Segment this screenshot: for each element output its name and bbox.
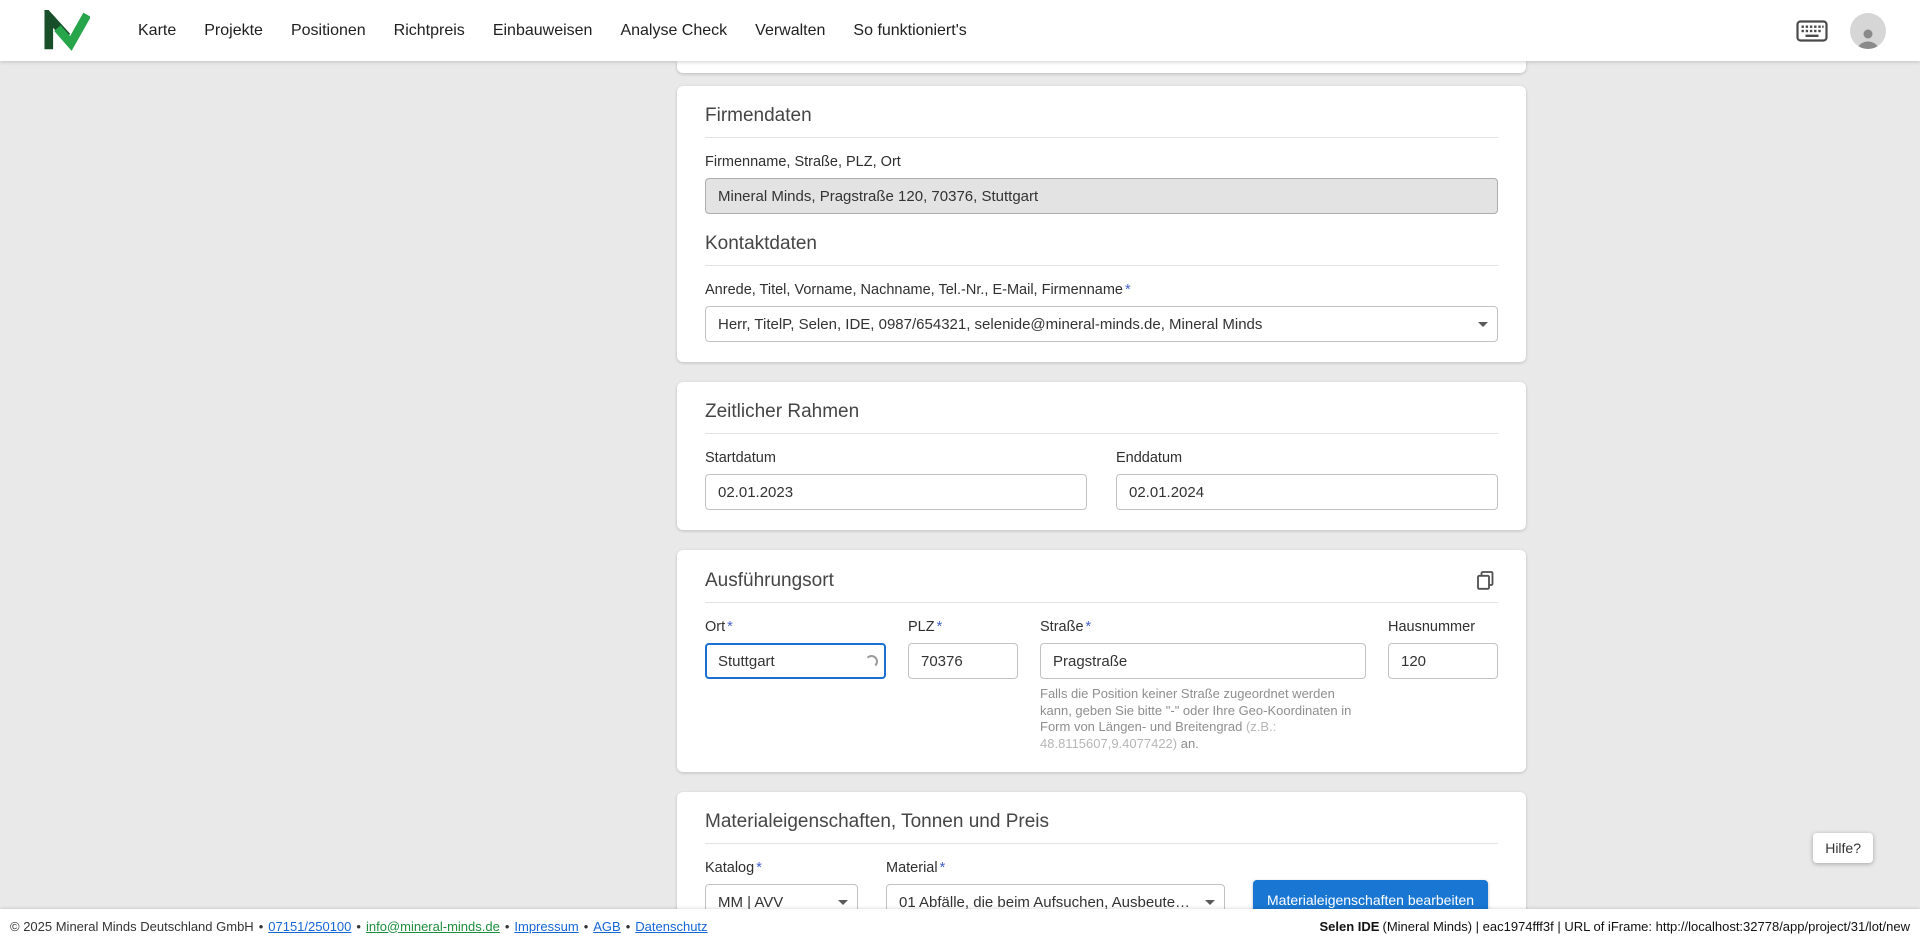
footer-separator: • bbox=[504, 918, 510, 934]
nav-item-verwalten[interactable]: Verwalten bbox=[755, 22, 825, 40]
form-content: Firmendaten Firmenname, Straße, PLZ, Ort… bbox=[677, 61, 1526, 940]
material-select-value: 01 Abfälle, die beim Aufsuchen, Ausbeute… bbox=[899, 893, 1198, 911]
footer-separator: • bbox=[583, 918, 589, 934]
impressum-link[interactable]: Impressum bbox=[514, 919, 578, 934]
email-link[interactable]: info@mineral-minds.de bbox=[366, 919, 500, 934]
mineral-minds-logo-icon bbox=[44, 9, 90, 51]
top-nav: Karte Projekte Positionen Richtpreis Ein… bbox=[0, 0, 1920, 61]
enddatum-input[interactable] bbox=[1116, 474, 1498, 510]
katalog-select-value: MM | AVV bbox=[718, 893, 784, 911]
brand-logo[interactable] bbox=[44, 9, 90, 52]
loading-spinner-icon bbox=[865, 655, 878, 668]
contact-select[interactable]: Herr, TitelP, Selen, IDE, 0987/654321, s… bbox=[705, 306, 1498, 342]
strasse-label: Straße * bbox=[1040, 618, 1366, 636]
datenschutz-link[interactable]: Datenschutz bbox=[635, 919, 707, 934]
startdatum-label: Startdatum bbox=[705, 450, 776, 466]
ort-input[interactable] bbox=[705, 643, 886, 679]
help-button[interactable]: Hilfe? bbox=[1813, 833, 1873, 863]
zeitraum-title: Zeitlicher Rahmen bbox=[705, 401, 860, 422]
nav-item-positionen[interactable]: Positionen bbox=[291, 22, 366, 40]
zeitlicher-rahmen-card: Zeitlicher Rahmen Startdatum Enddatum bbox=[677, 382, 1526, 530]
main-nav: Karte Projekte Positionen Richtpreis Ein… bbox=[138, 22, 967, 40]
contact-label-text: Anrede, Titel, Vorname, Nachname, Tel.-N… bbox=[705, 282, 1123, 298]
required-asterisk: * bbox=[756, 860, 762, 876]
enddatum-field: Enddatum bbox=[1116, 434, 1498, 510]
nav-item-projekte[interactable]: Projekte bbox=[204, 22, 263, 40]
footer-separator: • bbox=[625, 918, 631, 934]
material-label: Material * bbox=[886, 859, 1225, 877]
ausfuehrungsort-card: Ausführungsort Ort* PLZ* bbox=[677, 550, 1526, 772]
hausnummer-input[interactable] bbox=[1388, 643, 1498, 679]
dropdown-arrow-icon bbox=[1478, 322, 1488, 327]
nav-item-so-funktionierts[interactable]: So funktioniert's bbox=[853, 22, 966, 40]
firmendaten-title: Firmendaten bbox=[705, 105, 812, 126]
startdatum-field: Startdatum bbox=[705, 434, 1087, 510]
strasse-label-text: Straße bbox=[1040, 619, 1084, 635]
session-info-text: (Mineral Minds) | eac1974fff3f | URL of … bbox=[1382, 918, 1910, 934]
hausnummer-field: Hausnummer bbox=[1388, 603, 1498, 679]
ort-label-text: Ort bbox=[705, 619, 726, 635]
session-user-text: Selen IDE bbox=[1319, 918, 1380, 934]
ort-label: Ort * bbox=[705, 618, 886, 636]
kontaktdaten-title: Kontaktdaten bbox=[705, 233, 817, 254]
strasse-input[interactable] bbox=[1040, 643, 1366, 679]
required-asterisk: * bbox=[1085, 619, 1092, 635]
contact-label: Anrede, Titel, Vorname, Nachname, Tel.-N… bbox=[705, 281, 1498, 299]
copyright-text: © 2025 Mineral Minds Deutschland GmbH bbox=[10, 918, 254, 934]
plz-input[interactable] bbox=[908, 643, 1018, 679]
required-asterisk: * bbox=[727, 619, 733, 635]
firmendaten-card: Firmendaten Firmenname, Straße, PLZ, Ort… bbox=[677, 86, 1526, 362]
nav-item-analyse-check[interactable]: Analyse Check bbox=[620, 22, 727, 40]
plz-label: PLZ * bbox=[908, 618, 1018, 636]
scrolled-card-remnant bbox=[677, 61, 1526, 73]
required-asterisk: * bbox=[1124, 282, 1131, 298]
divider bbox=[705, 137, 1498, 138]
strasse-helper-text: Falls die Position keiner Straße zugeord… bbox=[1040, 686, 1366, 752]
dropdown-arrow-icon bbox=[838, 900, 848, 905]
katalog-label: Katalog * bbox=[705, 859, 858, 877]
plz-label-text: PLZ bbox=[908, 619, 935, 635]
nav-item-richtpreis[interactable]: Richtpreis bbox=[394, 22, 465, 40]
material-label-text: Material bbox=[886, 860, 938, 876]
company-address-input bbox=[705, 178, 1498, 214]
helper-suffix-text: an. bbox=[1177, 735, 1199, 751]
divider bbox=[705, 265, 1498, 266]
helper-main-text: Falls die Position keiner Straße zugeord… bbox=[1040, 686, 1352, 734]
enddatum-label: Enddatum bbox=[1116, 450, 1183, 466]
nav-item-einbauweisen[interactable]: Einbauweisen bbox=[493, 22, 593, 40]
plz-field: PLZ * bbox=[908, 603, 1018, 679]
katalog-label-text: Katalog bbox=[705, 860, 755, 876]
phone-link[interactable]: 07151/250100 bbox=[268, 919, 351, 934]
page-footer: © 2025 Mineral Minds Deutschland GmbH • … bbox=[0, 909, 1920, 943]
strasse-field: Straße* Falls die Position keiner Straße… bbox=[1040, 603, 1366, 752]
hausnummer-label: Hausnummer bbox=[1388, 619, 1476, 635]
nav-right bbox=[1796, 12, 1920, 49]
material-title: Materialeigenschaften, Tonnen und Preis bbox=[705, 811, 1049, 832]
footer-separator: • bbox=[258, 918, 264, 934]
company-address-label: Firmenname, Straße, PLZ, Ort bbox=[705, 153, 1498, 171]
required-asterisk: * bbox=[936, 619, 943, 635]
agb-link[interactable]: AGB bbox=[593, 919, 620, 934]
required-asterisk: * bbox=[939, 860, 946, 876]
nav-item-karte[interactable]: Karte bbox=[138, 22, 176, 40]
copy-address-button[interactable] bbox=[1473, 568, 1498, 593]
contact-select-value: Herr, TitelP, Selen, IDE, 0987/654321, s… bbox=[718, 315, 1263, 333]
footer-separator: • bbox=[356, 918, 361, 934]
copy-icon bbox=[1477, 571, 1494, 590]
keyboard-icon[interactable] bbox=[1796, 19, 1828, 42]
startdatum-input[interactable] bbox=[705, 474, 1087, 510]
dropdown-arrow-icon bbox=[1205, 900, 1215, 905]
ausfuehrungsort-title: Ausführungsort bbox=[705, 569, 834, 591]
ort-field: Ort * bbox=[705, 603, 886, 679]
user-avatar[interactable] bbox=[1850, 12, 1886, 49]
person-icon bbox=[1858, 29, 1878, 49]
footer-left: © 2025 Mineral Minds Deutschland GmbH • … bbox=[10, 919, 708, 934]
footer-right: Selen IDE (Mineral Minds) | eac1974fff3f… bbox=[1320, 919, 1910, 934]
company-address-label-text: Firmenname, Straße, PLZ, Ort bbox=[705, 154, 901, 170]
